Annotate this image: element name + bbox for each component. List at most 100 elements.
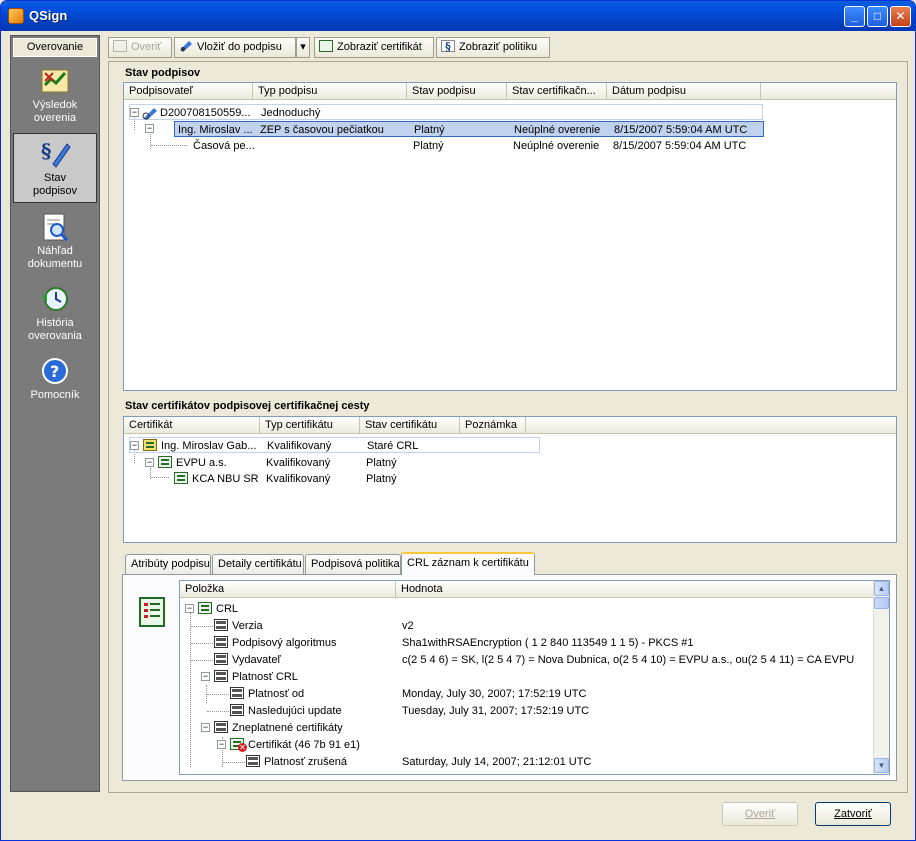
table-row[interactable]: − Ing. Miroslav Gab... Kvalifikovaný Sta… (129, 437, 540, 453)
collapse-toggle[interactable]: − (145, 458, 154, 467)
signature-status-cell: Platný (414, 124, 445, 136)
column-header-signature-type[interactable]: Typ podpisu (253, 83, 407, 100)
certificate-name-cell: KCA NBU SR (192, 473, 259, 485)
table-row[interactable]: − D200708150559... Jednoduchý (129, 104, 763, 120)
toolbar-insert-button[interactable]: Vložiť do podpisu (174, 37, 296, 58)
certificate-status-cell: Platný (366, 473, 397, 485)
nav-header-overovanie[interactable]: Overovanie (13, 38, 97, 57)
app-window: QSign _ □ ✕ Overovanie Výsledok overenia… (0, 0, 916, 841)
collapse-toggle[interactable]: − (130, 441, 139, 450)
tree-line (191, 626, 213, 627)
maximize-button[interactable]: □ (867, 6, 888, 27)
list-item[interactable]: Platnosť zrušená Saturday, July 14, 2007… (180, 754, 889, 770)
signatures-list[interactable]: Podpisovateľ Typ podpisu Stav podpisu St… (123, 82, 897, 391)
cert-status-cell: Neúplné overenie (513, 140, 600, 152)
collapse-toggle[interactable]: − (145, 124, 154, 133)
field-icon (214, 619, 228, 631)
field-icon (246, 755, 260, 767)
signatures-list-header: Podpisovateľ Typ podpisu Stav podpisu St… (124, 83, 896, 100)
certificates-list-header: Certifikát Typ certifikátu Stav certifik… (124, 417, 896, 434)
column-header-signature-status[interactable]: Stav podpisu (407, 83, 507, 100)
vertical-scrollbar[interactable]: ▲ ▼ (873, 581, 889, 774)
collapse-toggle[interactable]: − (201, 672, 210, 681)
list-item[interactable]: − Zneplatnené certifikáty (180, 720, 889, 736)
crl-item-label: Podpisový algoritmus (232, 637, 337, 649)
table-row[interactable]: Časová pe... Platný Neúplné overenie 8/1… (174, 138, 764, 154)
crl-item-label: Platnosť zrušená (264, 756, 348, 768)
nav-item-verification-history[interactable]: História overovania (13, 279, 97, 347)
tab-signature-policy[interactable]: Podpisová politika (305, 554, 401, 574)
scroll-up-button[interactable]: ▲ (874, 581, 889, 596)
revoked-x-icon: ✕ (238, 743, 247, 752)
crl-item-label: Platnosť CRL (232, 671, 298, 683)
list-item[interactable]: − ✕ Certifikát (46 7b 91 e1) (180, 737, 889, 753)
table-row[interactable]: KCA NBU SR Kvalifikovaný Platný (129, 471, 540, 487)
toolbar-show-policy-button[interactable]: § Zobraziť politiku (436, 37, 550, 58)
crl-item-value: Sha1withRSAEncryption ( 1 2 840 113549 1… (402, 637, 694, 649)
crl-item-label: Nasledujúci update (248, 705, 342, 717)
crl-item-label: Certifikát (46 7b 91 e1) (248, 739, 360, 751)
close-window-button[interactable]: ✕ (890, 6, 911, 27)
minimize-button[interactable]: _ (844, 6, 865, 27)
column-header-cert-status[interactable]: Stav certifikačn... (507, 83, 607, 100)
list-item[interactable]: − Platnosť CRL (180, 669, 889, 685)
verify-button-label: Overiť (744, 808, 776, 820)
collapse-toggle[interactable]: − (185, 604, 194, 613)
list-item[interactable]: Podpisový algoritmus Sha1withRSAEncrypti… (180, 635, 889, 651)
column-header-value[interactable]: Hodnota (396, 581, 874, 598)
list-item[interactable]: Platnosť od Monday, July 30, 2007; 17:52… (180, 686, 889, 702)
toolbar-insert-dropdown[interactable]: ▾ (296, 37, 310, 58)
nav-label-line2: overenia (33, 112, 77, 124)
nav-label-line2: overovania (28, 330, 82, 342)
list-item[interactable]: − CRL (180, 601, 889, 617)
nav-label-line1: Stav (43, 172, 66, 184)
certificate-icon (319, 40, 333, 53)
toolbar-verify-button[interactable]: Overiť (108, 37, 172, 58)
list-item[interactable]: Verzia v2 (180, 618, 889, 634)
close-button[interactable]: Zatvoriť (815, 802, 891, 826)
nav-item-signature-status[interactable]: § Stav podpisov (13, 133, 97, 203)
column-header-signature-date[interactable]: Dátum podpisu (607, 83, 761, 100)
toolbar-show-certificate-label: Zobraziť certifikát (337, 41, 422, 53)
column-header-note[interactable]: Poznámka (460, 417, 526, 434)
column-header-certificate-type[interactable]: Typ certifikátu (260, 417, 360, 434)
nav-item-verification-result[interactable]: Výsledok overenia (13, 61, 97, 129)
certificates-list[interactable]: Certifikát Typ certifikátu Stav certifik… (123, 416, 897, 543)
toolbar-show-certificate-button[interactable]: Zobraziť certifikát (314, 37, 434, 58)
verify-icon (113, 40, 127, 53)
collapse-toggle[interactable]: − (130, 108, 139, 117)
certificates-section-title: Stav certifikátov podpisovej certifikačn… (125, 400, 370, 412)
list-item[interactable]: Nasledujúci update Tuesday, July 31, 200… (180, 703, 889, 719)
cert-status-cell: Neúplné overenie (514, 124, 601, 136)
certificate-type-cell: Kvalifikovaný (266, 473, 331, 485)
tab-crl-record[interactable]: CRL záznam k certifikátu (401, 552, 535, 575)
tab-certificate-details[interactable]: Detaily certifikátu (212, 554, 304, 574)
verify-button[interactable]: Overiť (722, 802, 798, 826)
field-icon (214, 636, 228, 648)
list-item[interactable]: Vydavateľ c(2 5 4 6) = SK, l(2 5 4 7) = … (180, 652, 889, 668)
table-row[interactable]: − EVPU a.s. Kvalifikovaný Platný (129, 455, 540, 471)
tree-line (223, 762, 245, 763)
crl-list-header: Položka Hodnota (180, 581, 874, 598)
table-row[interactable]: Ing. Miroslav ... ZEP s časovou pečiatko… (174, 121, 764, 137)
document-preview-icon (39, 211, 71, 243)
column-header-certificate-status[interactable]: Stav certifikátu (360, 417, 460, 434)
crl-details-list[interactable]: Položka Hodnota − CRL Verzia v2 Podpisov… (179, 580, 890, 775)
collapse-toggle[interactable]: − (217, 740, 226, 749)
nav-item-document-preview[interactable]: Náhľad dokumentu (13, 207, 97, 275)
crl-item-label: CRL (216, 603, 239, 615)
certificate-icon (174, 472, 188, 484)
nav-item-help[interactable]: ? Pomocník (13, 351, 97, 406)
title-bar: QSign _ □ ✕ (1, 1, 915, 31)
nav-label-line1: Pomocník (30, 389, 80, 401)
column-header-certificate[interactable]: Certifikát (124, 417, 260, 434)
certificate-type-cell: Kvalifikovaný (266, 457, 331, 469)
column-header-signer[interactable]: Podpisovateľ (124, 83, 253, 100)
column-header-item[interactable]: Položka (180, 581, 396, 598)
tree-line (207, 711, 229, 712)
scroll-thumb[interactable] (874, 597, 889, 609)
collapse-toggle[interactable]: − (201, 723, 210, 732)
tab-signature-attributes[interactable]: Atribúty podpisu (125, 554, 211, 574)
scroll-down-button[interactable]: ▼ (874, 758, 889, 773)
tree-line (191, 643, 213, 644)
